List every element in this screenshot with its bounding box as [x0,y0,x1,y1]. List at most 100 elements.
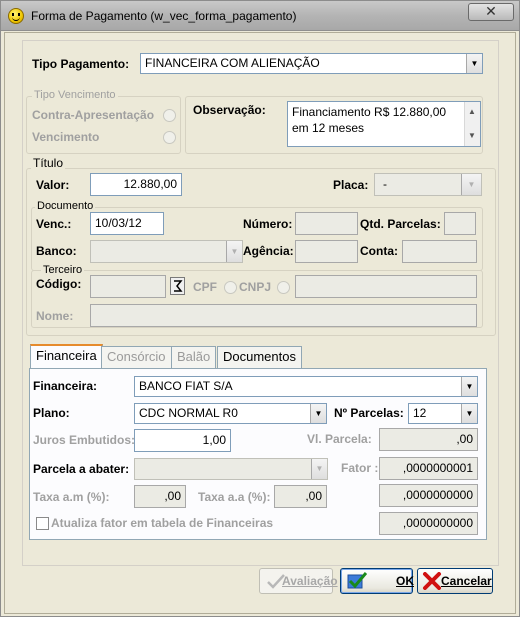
cpf-cnpj-input[interactable] [295,275,477,298]
juros-input[interactable]: 1,00 [134,429,231,452]
fator-input[interactable]: ,0000000001 [379,457,478,480]
taxa-am-label: Taxa a.m (%): [33,490,110,504]
chevron-down-icon[interactable]: ▼ [461,404,477,423]
banco-select[interactable]: ▼ [90,240,243,263]
cpf-radio[interactable] [224,281,237,294]
valor-label: Valor: [36,178,70,192]
documento-title: Documento [35,200,96,212]
plano-label: Plano: [33,406,70,420]
atualiza-fator-checkbox[interactable] [36,517,49,530]
chevron-down-icon[interactable]: ▼ [311,459,327,479]
scroll-up-icon[interactable]: ▲ [468,104,476,120]
observacao-scrollbar[interactable]: ▲ ▼ [464,102,480,146]
cnpj-label: CNPJ [239,280,272,294]
contra-apresentacao-label: Contra-Apresentação [32,108,155,122]
taxa-aa-label: Taxa a.a (%): [198,490,271,504]
vencimento-label: Vencimento [32,130,100,144]
ok-label: OK [396,574,414,588]
agencia-input[interactable] [295,240,358,263]
financeira-label: Financeira: [33,379,98,393]
tipo-pagamento-select[interactable]: FINANCEIRA COM ALIENAÇÃO ▼ [140,53,483,74]
placa-label: Placa: [333,178,369,192]
cpf-label: CPF [193,280,217,294]
fator3-input[interactable]: ,0000000000 [379,512,478,535]
chevron-down-icon[interactable]: ▼ [310,404,326,423]
tipo-vencimento-group [26,96,181,154]
tab-consorcio[interactable]: Consórcio [101,346,172,368]
conta-input[interactable] [402,240,477,263]
codigo-label: Código: [36,277,82,291]
financeira-select[interactable]: BANCO FIAT S/A ▼ [134,376,478,397]
fator2-input[interactable]: ,0000000000 [379,484,478,507]
ok-button[interactable]: OK [340,568,414,594]
observacao-label: Observação: [193,103,266,117]
tipo-pagamento-label: Tipo Pagamento: [32,57,130,71]
smiley-icon [8,8,24,24]
qtd-parcelas-input[interactable] [444,212,476,235]
observacao-line-2: em 12 meses [292,121,365,135]
n-parcelas-label: Nº Parcelas: [334,406,404,420]
tab-financeira[interactable]: Financeira [30,344,103,368]
parcela-abater-label: Parcela a abater: [33,462,130,476]
numero-label: Número: [243,217,293,231]
n-parcelas-value: 12 [413,406,427,420]
placa-value: - [383,177,387,191]
financeira-value: BANCO FIAT S/A [139,379,233,393]
nome-input[interactable] [90,304,477,327]
lookup-icon[interactable] [171,278,184,294]
chevron-down-icon[interactable]: ▼ [461,174,481,195]
banco-label: Banco: [36,244,77,258]
qtd-parcelas-label: Qtd. Parcelas: [360,217,441,231]
vl-parcela-input[interactable]: ,00 [379,428,478,451]
checkmark-icon [347,572,367,589]
avaliacao-button[interactable]: Avaliação [259,568,338,594]
venc-label: Venc.: [36,217,72,231]
titulo-title: Título [31,156,66,170]
taxa-aa-input[interactable]: ,00 [274,485,327,508]
plano-select[interactable]: CDC NORMAL R0 ▼ [134,403,327,424]
plano-value: CDC NORMAL R0 [139,406,238,420]
n-parcelas-select[interactable]: 12 ▼ [408,403,478,424]
lookup-button[interactable] [170,277,185,295]
fator-label: Fator : [341,461,379,475]
codigo-input[interactable] [90,275,166,298]
window: Forma de Pagamento (w_vec_forma_pagament… [0,0,520,617]
cancelar-label: Cancelar [441,574,492,588]
agencia-label: Agência: [243,244,294,258]
cancelar-button[interactable]: Cancelar [417,568,493,594]
observacao-textarea[interactable]: Financiamento R$ 12.880,00 em 12 meses ▲… [287,101,481,147]
juros-label: Juros Embutidos: [33,433,136,447]
chevron-down-icon[interactable]: ▼ [461,377,477,396]
close-icon[interactable]: ✕ [485,3,497,19]
x-icon [423,572,441,590]
valor-input[interactable]: 12.880,00 [90,173,182,196]
taxa-am-input[interactable]: ,00 [134,485,186,508]
tipo-vencimento-title: Tipo Vencimento [32,89,118,101]
numero-input[interactable] [295,212,358,235]
title-bar: Forma de Pagamento (w_vec_forma_pagament… [1,1,519,31]
contra-apresentacao-radio[interactable] [163,109,176,122]
main-frame: Tipo Pagamento: FINANCEIRA COM ALIENAÇÃO… [22,40,499,566]
vencimento-radio[interactable] [163,131,176,144]
atualiza-fator-label: Atualiza fator em tabela de Financeiras [51,516,274,530]
close-button[interactable]: ✕ [468,3,514,21]
chevron-down-icon[interactable]: ▼ [466,54,482,73]
financeira-panel: Financeira: BANCO FIAT S/A ▼ Plano: CDC … [29,368,487,540]
conta-label: Conta: [360,244,398,258]
tab-documentos[interactable]: Documentos [217,346,302,368]
dialog-body: Tipo Pagamento: FINANCEIRA COM ALIENAÇÃO… [4,32,516,614]
avaliacao-label: Avaliação [282,574,338,588]
tipo-pagamento-value: FINANCEIRA COM ALIENAÇÃO [145,56,320,70]
vl-parcela-label: Vl. Parcela: [307,432,372,446]
terceiro-title: Terceiro [41,264,85,276]
parcela-abater-select[interactable]: ▼ [134,458,328,480]
scroll-down-icon[interactable]: ▼ [468,128,476,144]
venc-input[interactable]: 10/03/12 [90,212,164,235]
observacao-line-1: Financiamento R$ 12.880,00 [292,105,447,119]
nome-label: Nome: [36,309,74,323]
window-title: Forma de Pagamento (w_vec_forma_pagament… [31,9,297,23]
placa-select[interactable]: - ▼ [374,173,482,196]
chevron-down-icon[interactable]: ▼ [226,241,242,262]
tab-balao[interactable]: Balão [171,346,217,368]
cnpj-radio[interactable] [277,281,290,294]
